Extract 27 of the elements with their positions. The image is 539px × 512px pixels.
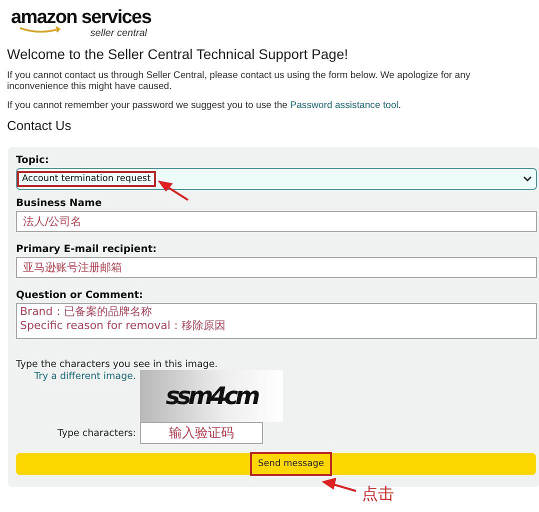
field-label: Question or Comment: — [16, 290, 144, 301]
section-title: Contact Us — [7, 118, 72, 133]
input-field[interactable]: 法人/公司名 — [16, 211, 537, 232]
field-label: Primary E-mail recipient: — [16, 244, 158, 255]
field-label: Business Name — [16, 198, 103, 209]
field-label: Topic: — [16, 155, 50, 166]
logo-wordmark: amazon services — [11, 8, 152, 28]
page-heading: Welcome to the Seller Central Technical Support Page! — [7, 46, 350, 62]
comment-field[interactable]: Brand：已备案的品牌名称 Specific reason for removal：移除原因 — [16, 303, 537, 339]
intro-text: If you cannot contact us through Seller Central, please contact us using the form below. We apologize for any inconvenience this might have caused. — [7, 70, 472, 92]
topic-dropdown[interactable]: Account termination request — [16, 168, 537, 190]
captcha-prompt: Type the characters you see in this image. — [16, 359, 219, 370]
send-message-button[interactable]: Send message — [250, 452, 332, 476]
smile-arrow-icon — [19, 26, 63, 34]
annotation-label: 点击 — [362, 484, 394, 505]
logo-tagline: seller central — [90, 28, 147, 39]
chevron-down-icon — [523, 176, 532, 182]
annotation-arrow — [322, 478, 358, 494]
captcha-input-label: Type characters: — [56, 428, 137, 438]
captcha-input-field[interactable]: 输入验证码 — [140, 422, 263, 444]
password-note: If you cannot remember your password we suggest you to use the Password assistance tool. — [7, 100, 402, 111]
captcha-image: ssm4cm — [140, 370, 283, 422]
refresh-captcha-link[interactable]: Try a different image. — [34, 371, 136, 382]
input-field[interactable]: 亚马逊账号注册邮箱 — [16, 257, 537, 278]
selected-option: Account termination request — [17, 171, 156, 187]
annotation-arrow — [158, 180, 190, 202]
password-assistance-link[interactable]: Password assistance tool — [290, 100, 398, 111]
